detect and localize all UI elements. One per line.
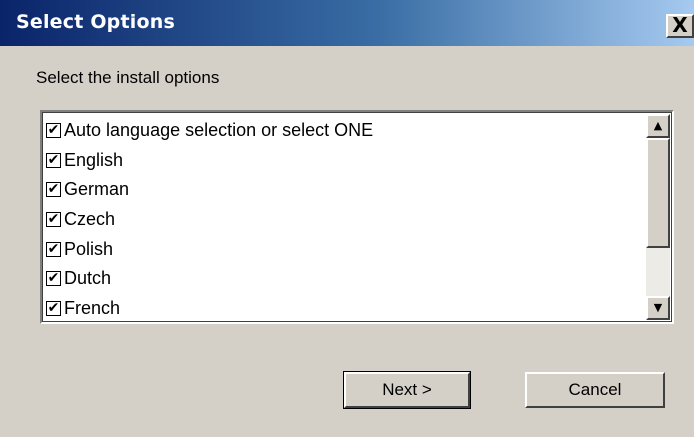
arrow-up-icon[interactable]: ▲ [646,114,670,138]
checkbox[interactable]: ✔ [46,212,61,228]
option-label: Dutch [64,268,112,289]
option-label: Czech [64,209,116,230]
option-label: Auto language selection or select ONE [64,120,374,141]
next-button-label: Next > [382,380,432,399]
checkbox[interactable]: ✔ [46,241,61,257]
checkbox[interactable]: ✔ [46,271,61,287]
title-bar[interactable]: Select Options X [0,0,694,46]
scroll-thumb[interactable] [646,138,670,248]
option-label: Polish [64,238,114,259]
option-label: German [64,179,130,200]
option-item-german[interactable]: ✔ German [46,175,646,205]
cancel-button-label: Cancel [568,380,622,399]
window-title: Select Options [16,11,175,33]
option-item-auto-language[interactable]: ✔ Auto language selection or select ONE [46,116,646,146]
vertical-scrollbar[interactable]: ▲ ▼ [646,114,670,320]
option-item-french[interactable]: ✔ French [46,294,646,324]
checkbox[interactable]: ✔ [46,182,61,198]
cancel-button[interactable]: Cancel [525,372,665,408]
option-item-english[interactable]: ✔ English [46,146,646,176]
option-item-polish[interactable]: ✔ Polish [46,234,646,264]
arrow-down-icon[interactable]: ▼ [646,296,670,320]
checkbox[interactable]: ✔ [46,123,61,139]
option-item-dutch[interactable]: ✔ Dutch [46,264,646,294]
checkbox[interactable]: ✔ [46,300,61,316]
next-button[interactable]: Next > [343,371,471,409]
option-item-czech[interactable]: ✔ Czech [46,205,646,235]
select-options-dialog: Select Options X Select the install opti… [0,0,694,437]
checkbox[interactable]: ✔ [46,152,61,168]
option-label: English [64,149,124,170]
option-label: French [64,297,121,318]
install-options-list[interactable]: ✔ Auto language selection or select ONE … [40,110,674,324]
instruction-label: Select the install options [36,68,220,87]
close-button[interactable]: X [666,14,694,38]
options-items: ✔ Auto language selection or select ONE … [46,116,646,323]
